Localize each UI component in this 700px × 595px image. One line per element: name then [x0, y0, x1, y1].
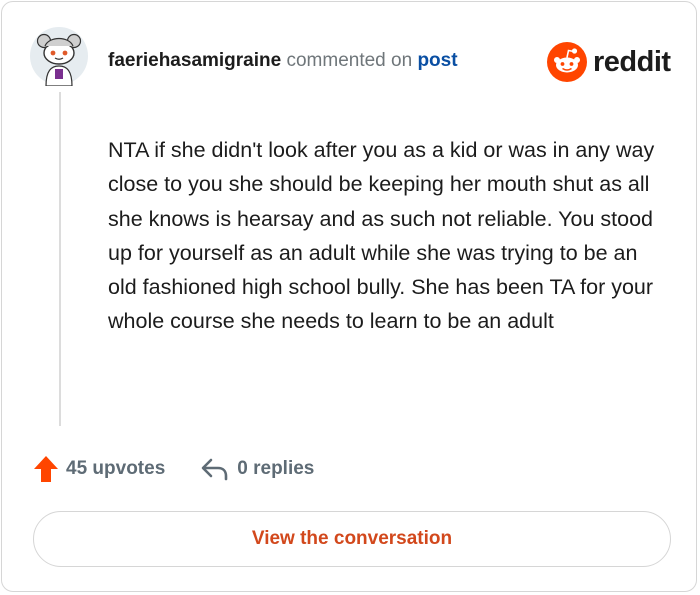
reddit-logo[interactable]: reddit	[547, 42, 671, 82]
avatar[interactable]	[29, 26, 89, 87]
upvote-count: 45 upvotes	[66, 458, 166, 479]
comment-card: faeriehasamigraine commented on post red…	[1, 1, 697, 592]
view-conversation-button[interactable]: View the conversation	[33, 511, 671, 567]
upvote-button[interactable]: 45 upvotes	[33, 455, 165, 483]
reddit-wordmark: reddit	[593, 45, 671, 78]
reply-count: 0 replies	[237, 458, 315, 479]
replies-button[interactable]: 0 replies	[201, 457, 314, 481]
comment-header: faeriehasamigraine commented on post	[108, 49, 458, 73]
thread-line	[59, 92, 61, 426]
post-link[interactable]: post	[417, 50, 457, 71]
upvote-arrow-icon	[34, 456, 58, 482]
snoo-avatar-icon	[30, 27, 88, 87]
username-link[interactable]: faeriehasamigraine	[108, 50, 281, 71]
comment-footer: 45 upvotes 0 replies	[33, 454, 314, 484]
commented-on-text: commented on	[286, 50, 413, 71]
reply-arrow-icon	[201, 458, 228, 481]
reddit-logo-icon	[547, 42, 587, 82]
comment-text: NTA if she didn't look after you as a ki…	[108, 138, 655, 334]
